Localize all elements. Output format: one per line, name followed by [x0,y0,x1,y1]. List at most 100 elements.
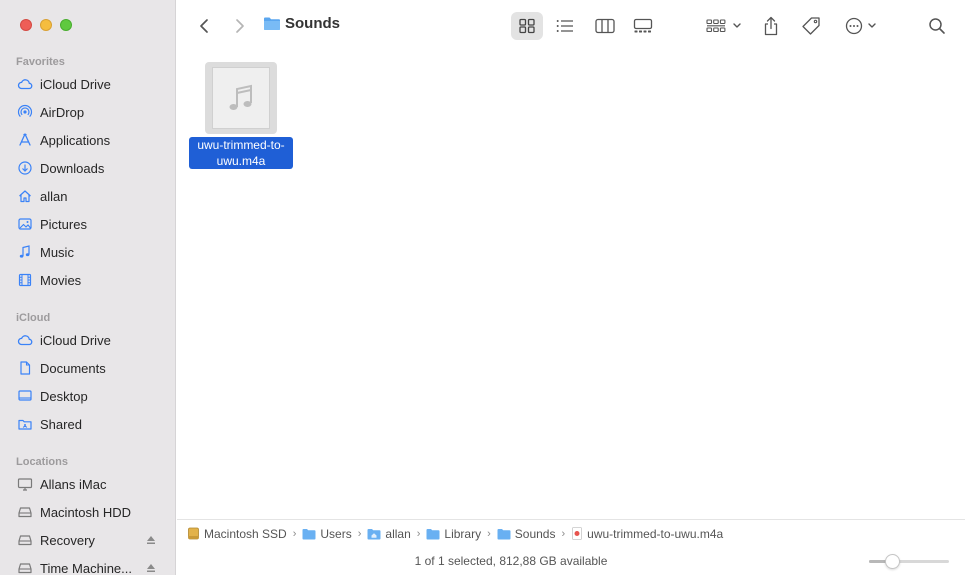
grid-icon [519,18,535,34]
crumb-label: uwu-trimmed-to-uwu.m4a [587,526,724,541]
tags-button[interactable] [799,12,823,40]
sidebar-item-label: Documents [40,360,106,376]
sidebar-item-label: AirDrop [40,104,85,120]
sidebar-item-icloud-drive-2[interactable]: iCloud Drive [0,326,176,354]
sidebar-item-desktop[interactable]: Desktop [0,382,176,410]
sidebar-item-allans-imac[interactable]: Allans iMac [0,470,176,498]
slider-knob[interactable] [885,554,901,569]
crumb-label: Library [444,526,482,541]
sidebar-item-label: Allans iMac [40,476,107,492]
file-browser[interactable]: uwu-trimmed-to- uwu.m4a [177,52,965,519]
music-note-icon [229,84,252,110]
search-icon [929,18,945,34]
chevron-right-icon: › [487,527,491,540]
path-crumb-file[interactable]: uwu-trimmed-to-uwu.m4a [571,527,723,541]
disk-icon [17,532,33,548]
cloud-icon [17,76,33,92]
folder-icon [497,528,511,540]
group-icon [706,19,726,33]
crumb-label: Sounds [514,526,556,541]
list-view-button[interactable] [550,12,580,40]
computer-icon [17,476,33,492]
close-window-button[interactable] [20,19,32,31]
shared-folder-icon [17,416,33,432]
path-crumb-users[interactable]: Users [302,526,352,541]
columns-icon [595,18,615,34]
path-crumb-sounds[interactable]: Sounds [497,526,556,541]
sidebar: Favorites iCloud Drive AirDrop Applicati… [0,0,176,575]
status-text: 1 of 1 selected, 812,88 GB available [414,554,608,568]
file-item[interactable]: uwu-trimmed-to- uwu.m4a [189,62,293,169]
sidebar-item-documents[interactable]: Documents [0,354,176,382]
path-crumb-disk[interactable]: Macintosh SSD [187,527,287,541]
sidebar-heading-favorites: Favorites [16,56,65,68]
movies-icon [17,272,33,288]
tag-icon [802,17,820,35]
pictures-icon [17,216,33,232]
file-thumbnail[interactable] [205,62,277,134]
eject-icon[interactable] [146,563,156,573]
disk-icon [17,504,33,520]
chevron-left-icon [200,19,208,33]
forward-button[interactable] [229,12,251,40]
sidebar-item-label: Recovery [40,532,95,548]
icon-view-button[interactable] [511,12,543,40]
sidebar-item-movies[interactable]: Movies [0,266,176,294]
sidebar-item-home[interactable]: allan [0,182,176,210]
column-view-button[interactable] [590,12,620,40]
audio-file-icon [571,527,583,540]
file-name-line-1: uwu-trimmed-to- [197,138,285,152]
home-folder-icon [367,528,381,540]
share-button[interactable] [760,12,782,40]
airdrop-icon [17,104,33,120]
back-button[interactable] [193,12,215,40]
sidebar-item-recovery[interactable]: Recovery [0,526,176,554]
sidebar-item-icloud-drive[interactable]: iCloud Drive [0,70,176,98]
sidebar-item-label: iCloud Drive [40,76,111,92]
chevron-right-icon: › [292,527,297,540]
window-title-text: Sounds [285,15,340,32]
chevron-right-icon: › [357,527,362,540]
sidebar-item-label: Downloads [40,160,105,176]
sidebar-section-favorites: Favorites iCloud Drive AirDrop Applicati… [0,54,176,294]
gallery-view-button[interactable] [628,12,658,40]
path-crumb-library[interactable]: Library [426,527,481,541]
sidebar-item-downloads[interactable]: Downloads [0,154,176,182]
sidebar-heading-icloud: iCloud [16,312,51,324]
toolbar: Sounds [177,0,965,52]
ellipsis-circle-icon [845,17,863,35]
search-button[interactable] [925,12,949,40]
file-name-label[interactable]: uwu-trimmed-to- uwu.m4a [189,137,293,169]
crumb-label: Users [320,526,352,541]
sidebar-item-shared[interactable]: Shared [0,410,176,438]
path-crumb-allan[interactable]: allan [367,526,411,541]
sidebar-item-applications[interactable]: Applications [0,126,176,154]
sidebar-section-locations: Locations Allans iMac Macintosh HDD Reco… [0,454,176,575]
sidebar-item-airdrop[interactable]: AirDrop [0,98,176,126]
sidebar-item-time-machine[interactable]: Time Machine... [0,554,176,575]
sidebar-item-label: Desktop [40,388,88,404]
sidebar-item-label: allan [40,188,68,204]
cloud-icon [17,332,33,348]
icon-size-slider[interactable] [869,554,949,569]
sidebar-section-icloud: iCloud iCloud Drive Documents Desktop Sh… [0,310,176,438]
chevron-right-icon: › [416,527,421,540]
sidebar-item-music[interactable]: Music [0,238,176,266]
more-actions-button[interactable] [841,12,881,40]
chevron-right-icon [236,19,244,33]
group-by-button[interactable] [704,12,744,40]
eject-icon[interactable] [146,535,156,545]
downloads-icon [17,160,33,176]
sidebar-item-macintosh-hdd[interactable]: Macintosh HDD [0,498,176,526]
list-icon [556,20,573,32]
share-icon [764,16,778,36]
chevron-right-icon: › [561,527,566,540]
document-icon [17,360,33,376]
sidebar-item-label: iCloud Drive [40,332,111,348]
minimize-window-button[interactable] [40,19,52,31]
disk-icon [187,527,200,540]
crumb-label: allan [385,526,411,541]
desktop-icon [17,388,33,404]
zoom-window-button[interactable] [60,19,72,31]
sidebar-item-pictures[interactable]: Pictures [0,210,176,238]
